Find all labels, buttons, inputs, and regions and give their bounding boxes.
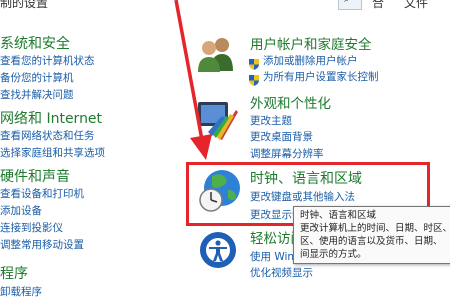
link-view-computer-status[interactable]: 查看您的计算机状态	[0, 55, 95, 67]
link-add-remove-accounts[interactable]: 添加或删除用户帐户	[263, 55, 358, 67]
category-appearance[interactable]: 外观和个性化	[250, 96, 331, 112]
search-button[interactable]: ⌕	[338, 0, 362, 10]
ease-of-access-icon	[198, 230, 238, 274]
tooltip-title: 时钟、语言和区域	[300, 210, 377, 221]
link-change-theme[interactable]: 更改主题	[250, 115, 292, 127]
link-desktop-background[interactable]: 更改桌面背景	[250, 131, 313, 143]
link-add-device[interactable]: 添加设备	[0, 205, 42, 217]
uac-shield-icon	[249, 55, 259, 70]
category-user-accounts[interactable]: 用户帐户和家庭安全	[250, 37, 372, 53]
link-network-status[interactable]: 查看网络状态和任务	[0, 130, 95, 142]
toolbar-partial-label[interactable]: 合	[372, 0, 384, 11]
link-troubleshoot[interactable]: 查找并解决问题	[0, 89, 74, 101]
category-system-security[interactable]: 系统和安全	[0, 36, 70, 52]
link-parental-controls[interactable]: 为所有用户设置家长控制	[263, 71, 379, 83]
category-hardware-sound[interactable]: 硬件和声音	[0, 169, 70, 185]
tooltip: 时钟、语言和区域 更改计算机上的时间、日期、时区、 区、使用的语言以及货币、日期…	[293, 206, 450, 264]
category-programs[interactable]: 程序	[0, 266, 28, 282]
window-title-partial: 制的设置	[0, 0, 49, 10]
file-menu-partial[interactable]: 文件	[404, 0, 428, 11]
link-mobility-settings[interactable]: 调整常用移动设置	[0, 239, 84, 251]
category-network-internet[interactable]: 网络和 Internet	[0, 111, 102, 127]
search-icon: ⌕	[344, 0, 350, 5]
tooltip-line: 更改计算机上的时间、日期、时区、	[300, 223, 450, 234]
link-screen-resolution[interactable]: 调整屏幕分辨率	[250, 148, 324, 160]
link-backup-computer[interactable]: 备份您的计算机	[0, 72, 74, 84]
link-uninstall-program[interactable]: 卸载程序	[0, 286, 42, 298]
tooltip-line: 区、使用的语言以及货币、日期、	[300, 236, 443, 247]
link-homegroup-sharing[interactable]: 选择家庭组和共享选项	[0, 147, 105, 159]
tooltip-line: 间显示的方式。	[300, 249, 367, 260]
link-devices-printers[interactable]: 查看设备和打印机	[0, 188, 84, 200]
pointer-arrow	[174, 0, 212, 160]
link-optimize-visual-display[interactable]: 优化视频显示	[250, 267, 313, 279]
uac-shield-icon	[249, 71, 259, 86]
link-connect-projector[interactable]: 连接到投影仪	[0, 222, 63, 234]
